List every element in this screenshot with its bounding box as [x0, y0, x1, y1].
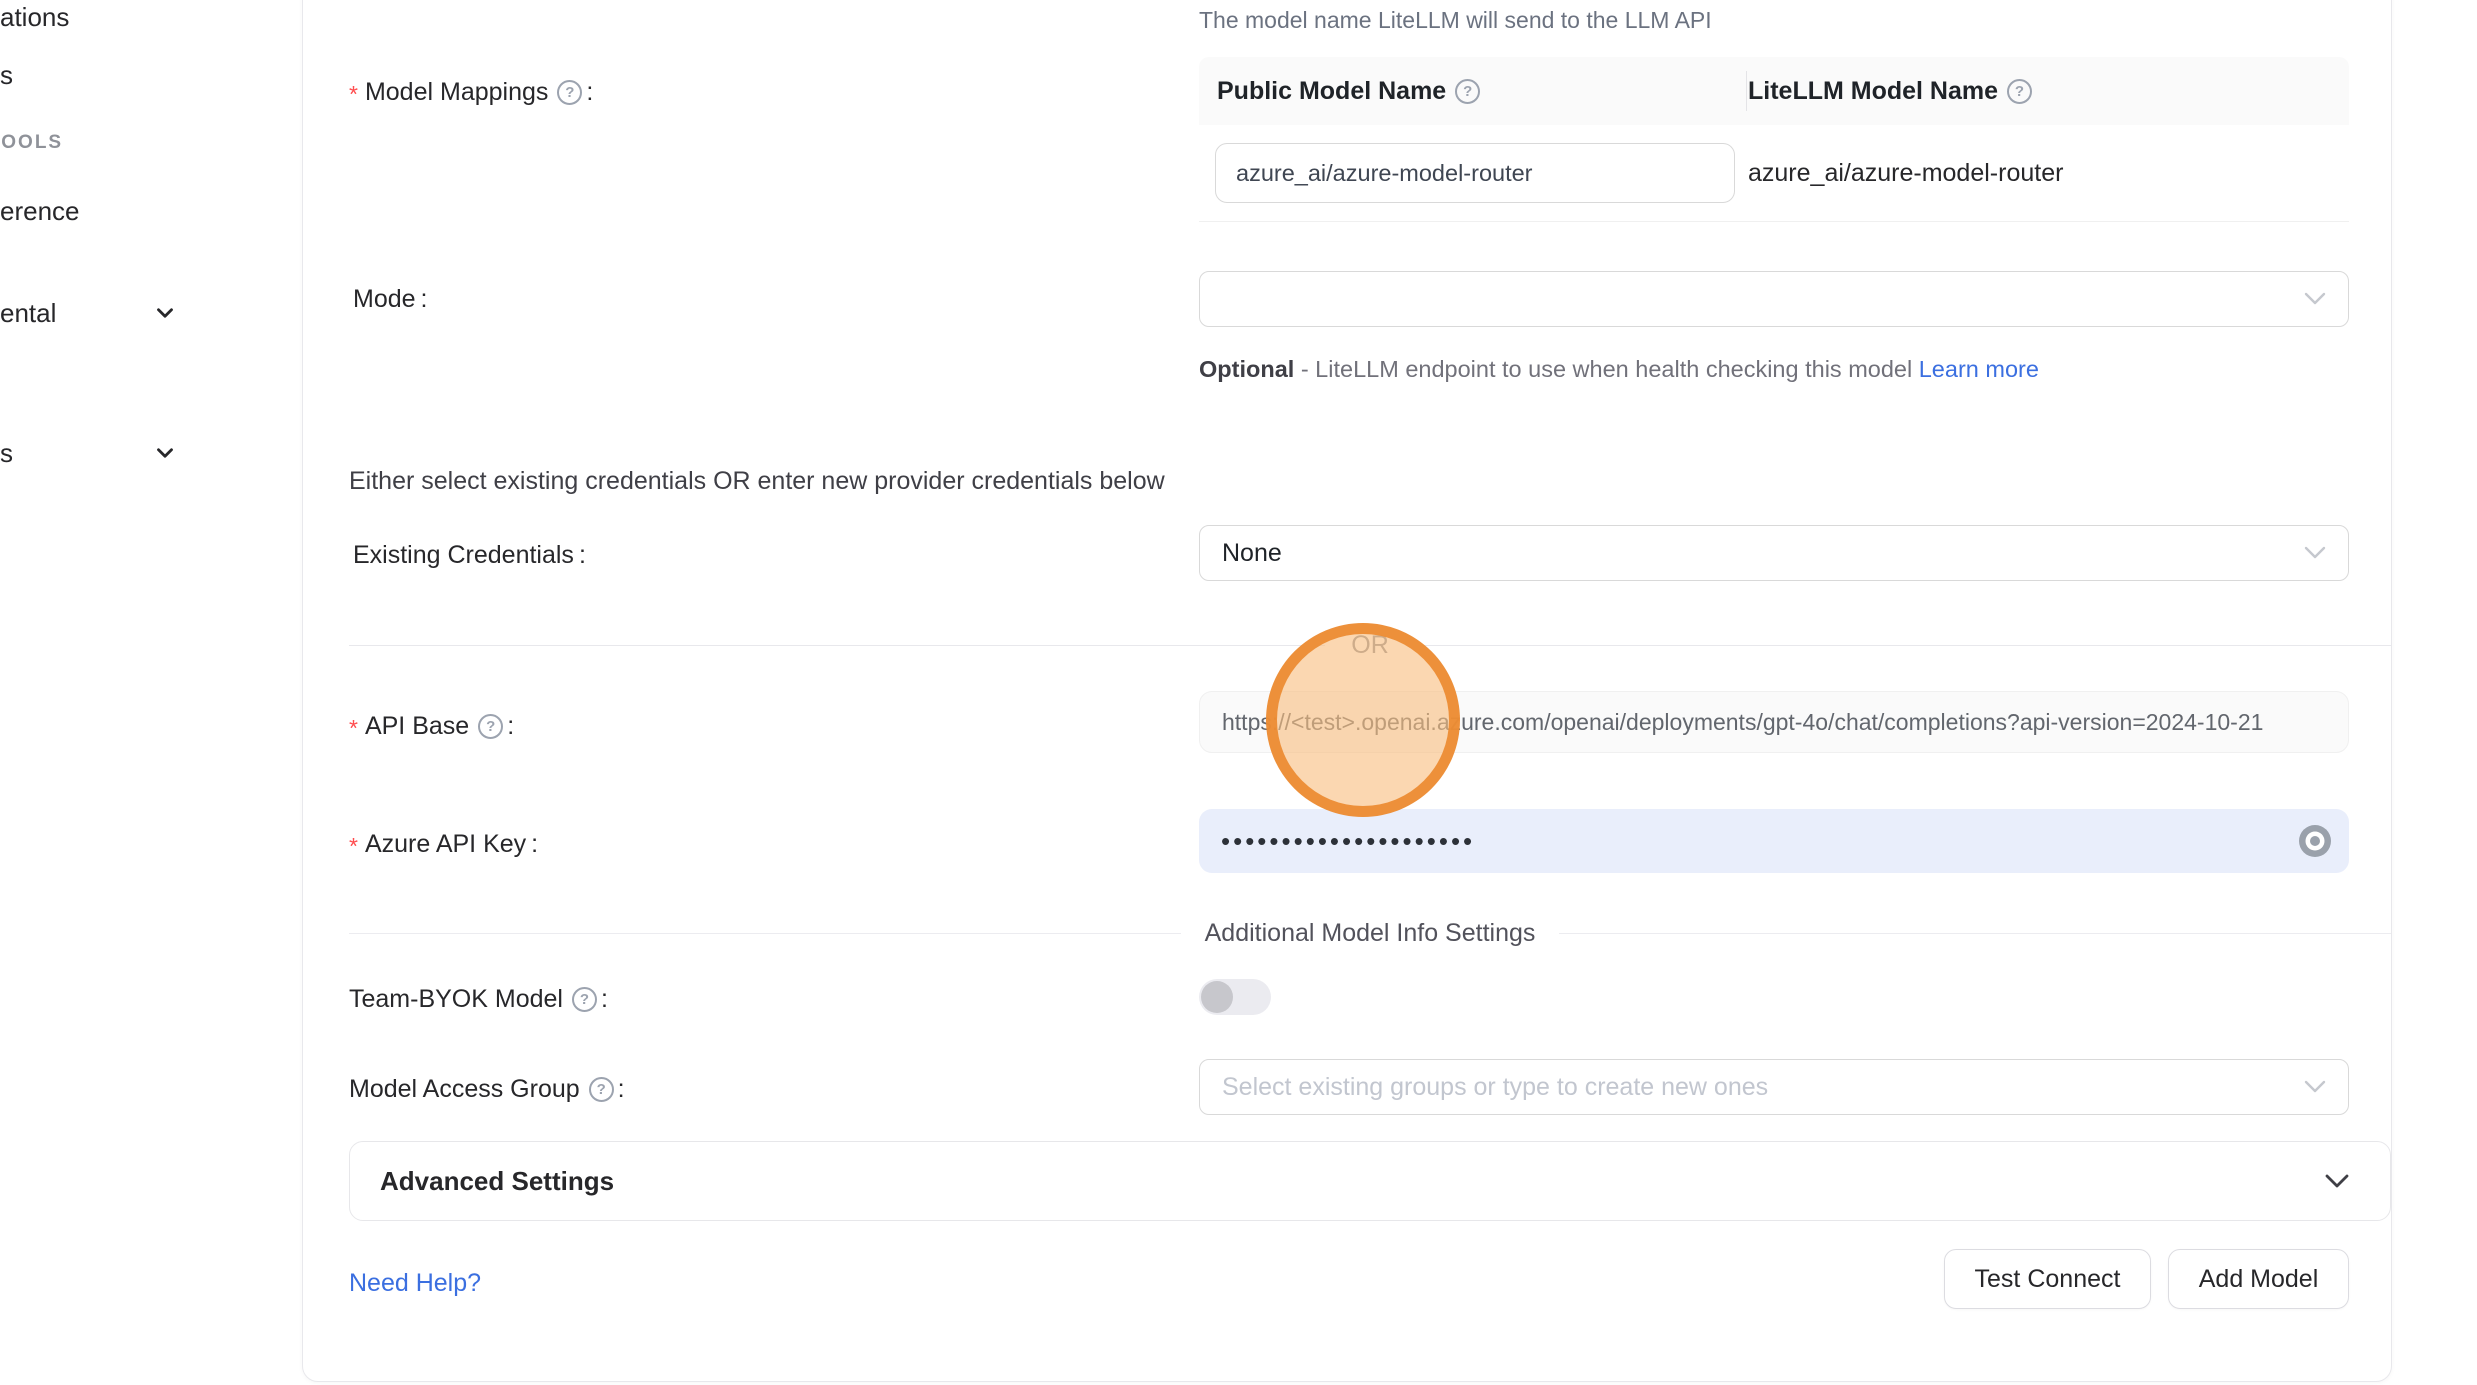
azure-api-key-label: * Azure API Key : [349, 829, 538, 860]
sidebar-item-organizations[interactable]: ations [0, 2, 69, 33]
help-icon[interactable]: ? [2007, 79, 2032, 104]
sidebar-item-inference[interactable]: erence [0, 196, 80, 227]
azure-api-key-masked-value: ••••••••••••••••••••• [1221, 826, 1475, 857]
or-divider-text: OR [1325, 631, 1415, 660]
column-header-litellm-model-name: LiteLLM Model Name [1748, 77, 1998, 106]
help-icon[interactable]: ? [589, 1077, 614, 1102]
additional-settings-divider: Additional Model Info Settings [349, 919, 2391, 948]
advanced-settings-title: Advanced Settings [380, 1166, 2324, 1197]
sidebar-item-experimental[interactable]: ental [0, 298, 56, 329]
table-header-row: Public Model Name ? LiteLLM Model Name ? [1199, 57, 2349, 125]
mode-select[interactable] [1199, 271, 2349, 327]
api-base-label: * API Base ? : [349, 711, 514, 742]
need-help-link[interactable]: Need Help? [349, 1269, 481, 1298]
column-divider [1746, 71, 1747, 111]
advanced-settings-panel[interactable]: Advanced Settings [349, 1141, 2391, 1221]
chevron-down-icon [2304, 1080, 2326, 1094]
team-byok-toggle[interactable] [1199, 979, 1271, 1015]
model-access-group-label: Model Access Group ? : [349, 1075, 625, 1104]
model-access-group-placeholder: Select existing groups or type to create… [1222, 1073, 1768, 1102]
help-icon[interactable]: ? [572, 987, 597, 1012]
model-mappings-table: Public Model Name ? LiteLLM Model Name ?… [1199, 57, 2349, 222]
existing-credentials-select[interactable]: None [1199, 525, 2349, 581]
help-icon[interactable]: ? [557, 80, 582, 105]
eye-icon[interactable] [2297, 823, 2333, 859]
model-mappings-label: * Model Mappings ? : [349, 77, 593, 108]
test-connect-button[interactable]: Test Connect [1944, 1249, 2151, 1309]
column-header-public-model-name: Public Model Name [1217, 77, 1446, 106]
api-base-input[interactable]: https://<test>.openai.azure.com/openai/d… [1199, 691, 2349, 753]
additional-settings-divider-text: Additional Model Info Settings [1181, 919, 1560, 948]
add-model-form-card: The model name LiteLLM will send to the … [302, 0, 2392, 1382]
learn-more-link[interactable]: Learn more [1919, 356, 2039, 382]
toggle-knob [1201, 981, 1233, 1013]
model-name-hint: The model name LiteLLM will send to the … [1199, 7, 1712, 34]
required-mark: * [349, 833, 358, 860]
mode-hint: Optional - LiteLLM endpoint to use when … [1199, 349, 2049, 389]
or-divider: OR [349, 631, 2391, 660]
help-icon[interactable]: ? [478, 714, 503, 739]
required-mark: * [349, 715, 358, 742]
model-access-group-select[interactable]: Select existing groups or type to create… [1199, 1059, 2349, 1115]
help-icon[interactable]: ? [1455, 79, 1480, 104]
required-mark: * [349, 81, 358, 108]
chevron-down-icon [2304, 292, 2326, 306]
team-byok-label: Team-BYOK Model ? : [349, 985, 608, 1014]
litellm-model-name-value: azure_ai/azure-model-router [1748, 159, 2349, 188]
sidebar-item[interactable]: s [0, 438, 13, 469]
sidebar-item[interactable]: s [0, 60, 13, 91]
sidebar: ations s TOOLS erence ental s [0, 0, 302, 1385]
existing-credentials-label: Existing Credentials: [353, 541, 586, 570]
add-model-button[interactable]: Add Model [2168, 1249, 2349, 1309]
existing-credentials-value: None [1222, 539, 1282, 568]
azure-api-key-input[interactable]: ••••••••••••••••••••• [1199, 809, 2349, 873]
chevron-down-icon[interactable] [152, 440, 178, 466]
api-base-value: https://<test>.openai.azure.com/openai/d… [1222, 709, 2263, 736]
table-row: azure_ai/azure-model-router [1199, 125, 2349, 221]
chevron-down-icon [2324, 1173, 2350, 1189]
chevron-down-icon[interactable] [152, 300, 178, 326]
sidebar-section-tools: TOOLS [0, 132, 63, 154]
chevron-down-icon [2304, 546, 2326, 560]
credentials-note: Either select existing credentials OR en… [349, 467, 1165, 496]
public-model-name-input[interactable] [1215, 143, 1735, 203]
mode-label: Mode: [353, 285, 428, 314]
